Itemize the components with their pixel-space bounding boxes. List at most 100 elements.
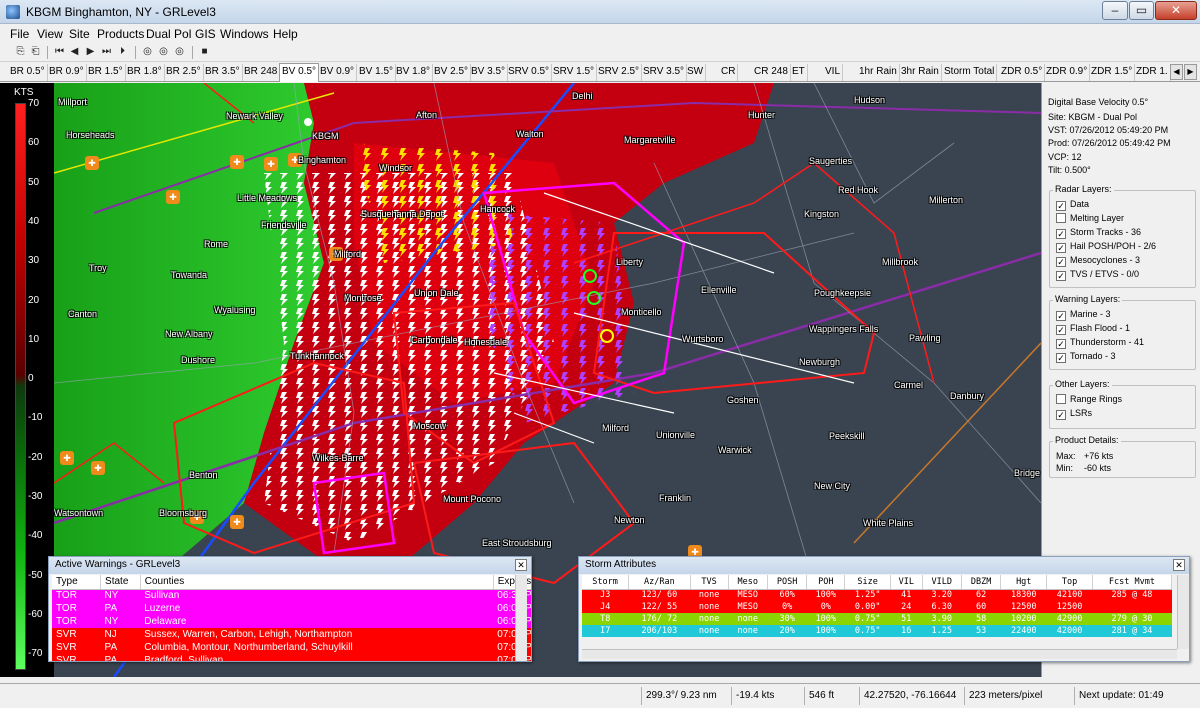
tab-bv-3-5[interactable]: BV 3.5°: [469, 64, 509, 81]
stop-icon[interactable]: ■: [198, 46, 211, 58]
tab-bv-1-5[interactable]: BV 1.5°: [357, 64, 397, 81]
layer-toggle-radar-layers[interactable]: ✓ Storm Tracks - 36: [1056, 227, 1141, 240]
tab-br-1-8[interactable]: BR 1.8°: [125, 64, 165, 81]
lsr-wind-damage-icon[interactable]: ✚: [85, 156, 99, 170]
layer-toggle-warning-layers[interactable]: ✓ Marine - 3: [1056, 309, 1111, 322]
storm-attributes-window[interactable]: Storm Attributes ✕ Storm Az/Ran TVS Meso POS…: [578, 556, 1190, 662]
warning-row[interactable]: SVR PA Columbia, Montour, Northumberland, …: [52, 641, 531, 654]
copy-icon[interactable]: ⎘: [14, 46, 27, 58]
tab-bv-0-9[interactable]: BV 0.9°: [318, 64, 358, 81]
layer-toggle-radar-layers[interactable]: Melting Layer: [1056, 213, 1124, 226]
layer-toggle-warning-layers[interactable]: ✓ Thunderstorm - 41: [1056, 337, 1144, 350]
storm-column-header[interactable]: Top: [1046, 575, 1093, 590]
tab-srv-2-5[interactable]: SRV 2.5°: [596, 64, 643, 81]
tab-zdr-1[interactable]: ZDR 1.: [1134, 64, 1171, 81]
tab-bv-2-5[interactable]: BV 2.5°: [432, 64, 472, 81]
lsr-hail-icon[interactable]: ✚: [230, 515, 244, 529]
minimize-button[interactable]: –: [1102, 1, 1128, 20]
maximize-button[interactable]: ▭: [1129, 1, 1154, 20]
storm-column-header[interactable]: Hgt: [1000, 575, 1048, 590]
tab-sw[interactable]: SW: [685, 64, 707, 81]
menu-help[interactable]: Help: [273, 27, 298, 41]
radar-site-marker[interactable]: [304, 118, 312, 126]
layer-toggle-other-layers[interactable]: ✓ LSRs: [1056, 408, 1092, 421]
checkbox-checked-icon[interactable]: ✓: [1056, 257, 1066, 267]
storm-column-header[interactable]: VILD: [922, 575, 962, 590]
tab-zdr-1-5[interactable]: ZDR 1.5°: [1089, 64, 1136, 81]
checkbox-checked-icon[interactable]: ✓: [1056, 229, 1066, 239]
checkbox-checked-icon[interactable]: ✓: [1056, 353, 1066, 363]
storm-row[interactable]: J3 123/ 60 none MESO 60% 100% 1.25" 41 3.20 62 183…: [582, 589, 1172, 601]
tab-et[interactable]: ET: [790, 64, 808, 81]
tab-scroll-left-button[interactable]: ◀: [1170, 64, 1183, 80]
menu-windows[interactable]: Windows: [220, 27, 269, 41]
lsr-wind-damage-icon[interactable]: ✚: [91, 461, 105, 475]
zoom-reset-icon[interactable]: ◎: [173, 46, 186, 58]
zoom-in-icon[interactable]: ◎: [141, 46, 154, 58]
paste-icon[interactable]: ⎗: [29, 46, 42, 58]
warning-row[interactable]: TORPALuzerne06:00 PM: [52, 602, 531, 615]
checkbox-checked-icon[interactable]: ✓: [1056, 339, 1066, 349]
checkbox-checked-icon[interactable]: ✓: [1056, 271, 1066, 281]
tab-br-0-5[interactable]: BR 0.5°: [8, 64, 48, 81]
warning-row[interactable]: TORNYDelaware06:00 PM: [52, 615, 531, 628]
storm-attributes-close-button[interactable]: ✕: [1173, 559, 1185, 571]
storm-column-header[interactable]: Az/Ran: [628, 575, 691, 590]
tab-zdr-0-9[interactable]: ZDR 0.9°: [1044, 64, 1091, 81]
storm-column-header[interactable]: Storm: [582, 575, 630, 590]
storm-horizontal-scrollbar[interactable]: [582, 649, 1177, 659]
step-forward-icon[interactable]: ⏵: [116, 46, 129, 58]
storm-column-header[interactable]: Fcst Mvmt: [1092, 575, 1173, 590]
zoom-out-icon[interactable]: ◎: [157, 46, 170, 58]
warning-row[interactable]: SVRPABradford, Sullivan07:00 PM: [52, 654, 531, 661]
tab-srv-3-5[interactable]: SRV 3.5°: [641, 64, 688, 81]
step-back-icon[interactable]: ◀: [68, 46, 81, 58]
last-frame-icon[interactable]: ⏭: [100, 46, 113, 58]
layer-toggle-warning-layers[interactable]: ✓ Flash Flood - 1: [1056, 323, 1130, 336]
layer-toggle-radar-layers[interactable]: ✓ Mesocyclones - 3: [1056, 255, 1140, 268]
warning-row[interactable]: SVR NJ Sussex, Warren, Carbon, Lehigh, Nor…: [52, 628, 531, 641]
layer-toggle-other-layers[interactable]: Range Rings: [1056, 394, 1122, 407]
lsr-wind-damage-icon[interactable]: ✚: [230, 155, 244, 169]
storm-column-header[interactable]: VIL: [890, 575, 923, 590]
layer-toggle-radar-layers[interactable]: ✓ Data: [1056, 199, 1089, 212]
storm-column-header[interactable]: DBZM: [961, 575, 1002, 590]
warning-row[interactable]: TORNYSullivan06:30 PM: [52, 589, 531, 602]
checkbox-checked-icon[interactable]: ✓: [1056, 311, 1066, 321]
tab-br-1-5[interactable]: BR 1.5°: [86, 64, 126, 81]
tab-scroll-right-button[interactable]: ▶: [1184, 64, 1197, 80]
tab-storm-total[interactable]: Storm Total: [942, 64, 998, 81]
menu-products[interactable]: Products: [97, 27, 144, 41]
checkbox-checked-icon[interactable]: ✓: [1056, 201, 1066, 211]
storm-vertical-scrollbar[interactable]: [1177, 575, 1189, 649]
lsr-wind-damage-icon[interactable]: ✚: [264, 157, 278, 171]
menu-site[interactable]: Site: [69, 27, 90, 41]
close-button[interactable]: ✕: [1155, 1, 1197, 20]
tab-vil[interactable]: VIL: [823, 64, 844, 81]
tab-srv-0-5[interactable]: SRV 0.5°: [506, 64, 553, 81]
storm-column-header[interactable]: Size: [844, 575, 892, 590]
tab-zdr-0-5[interactable]: ZDR 0.5°: [999, 64, 1046, 81]
layer-toggle-warning-layers[interactable]: ✓ Tornado - 3: [1056, 351, 1116, 364]
checkbox-unchecked-icon[interactable]: [1056, 213, 1066, 223]
play-icon[interactable]: ▶: [84, 46, 97, 58]
storm-column-header[interactable]: POSH: [767, 575, 808, 590]
storm-column-header[interactable]: POH: [806, 575, 846, 590]
storm-row[interactable]: J4 122/ 55 none MESO 0% 0% 0.00" 24 6.30 60 12500 1…: [582, 601, 1172, 613]
lsr-wind-damage-icon[interactable]: ✚: [166, 190, 180, 204]
storm-column-header[interactable]: TVS: [690, 575, 729, 590]
tab-srv-1-5[interactable]: SRV 1.5°: [551, 64, 598, 81]
menu-view[interactable]: View: [37, 27, 63, 41]
checkbox-checked-icon[interactable]: ✓: [1056, 410, 1066, 420]
tab-cr-248[interactable]: CR 248: [752, 64, 791, 81]
layer-toggle-radar-layers[interactable]: ✓ TVS / ETVS - 0/0: [1056, 269, 1139, 282]
tab-br-0-9[interactable]: BR 0.9°: [47, 64, 87, 81]
tab-br-3-5[interactable]: BR 3.5°: [203, 64, 243, 81]
storm-column-header[interactable]: Meso: [728, 575, 768, 590]
checkbox-checked-icon[interactable]: ✓: [1056, 243, 1066, 253]
warnings-column-header[interactable]: Type: [52, 575, 102, 590]
menu-file[interactable]: File: [10, 27, 29, 41]
active-warnings-close-button[interactable]: ✕: [515, 559, 527, 571]
tab-br-2-5[interactable]: BR 2.5°: [164, 64, 204, 81]
warnings-scrollbar[interactable]: [515, 575, 527, 661]
